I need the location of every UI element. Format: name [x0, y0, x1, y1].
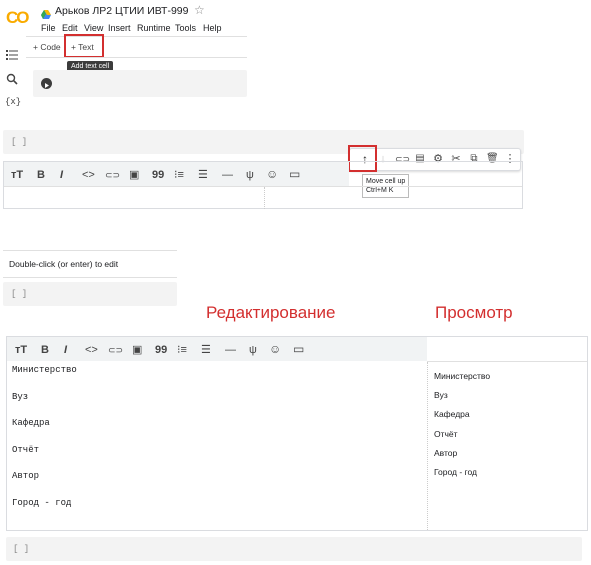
edit-annotation: Редактирование — [206, 303, 336, 322]
latex-tool[interactable]: ψ — [249, 343, 257, 357]
preview-line: Кафедра — [434, 409, 470, 419]
emoji-tool[interactable]: ☺ — [269, 342, 281, 356]
preview-tool[interactable]: ▭ — [293, 342, 304, 356]
empty-code-cell-3[interactable]: [ ] — [6, 537, 582, 561]
editor-line: Вуз — [12, 392, 29, 402]
execution-count: [ ] — [11, 137, 28, 147]
text-size-tool[interactable]: тT — [11, 168, 23, 182]
latex-tool[interactable]: ψ — [246, 168, 254, 182]
preview-line: Отчёт — [434, 429, 458, 439]
execution-count-3: [ ] — [13, 544, 30, 554]
code-tool[interactable]: <> — [82, 168, 95, 182]
hr-tool[interactable]: — — [225, 343, 236, 357]
toolbar-divider — [26, 36, 247, 37]
editor-line: Город - год — [12, 498, 72, 508]
editor-pane-split — [264, 187, 265, 209]
emoji-tool[interactable]: ☺ — [266, 167, 278, 181]
variables-icon[interactable]: {x} — [5, 97, 21, 107]
preview-annotation: Просмотр — [435, 303, 513, 322]
colab-logo-text: CO — [6, 8, 29, 27]
empty-code-cell-2[interactable]: [ ] — [3, 282, 177, 306]
text-cell-editor-top[interactable]: тT B I <> ⊂⊃ ▣ 99 ⁝≡ ☰ — ψ ☺ ▭ — [3, 161, 523, 209]
quote-tool[interactable]: 99 — [155, 343, 167, 357]
text-cell-editor[interactable]: тT B I <> ⊂⊃ ▣ 99 ⁝≡ ☰ — ψ ☺ ▭ Министерс… — [6, 336, 588, 531]
code-cell[interactable] — [33, 70, 247, 97]
italic-tool[interactable]: I — [60, 168, 63, 182]
preview-line: Министерство — [434, 371, 491, 381]
editor-line: Кафедра — [12, 418, 50, 428]
execution-count-2: [ ] — [11, 289, 28, 299]
preview-line: Город - год — [434, 467, 477, 477]
bold-tool[interactable]: B — [37, 168, 45, 182]
link-tool[interactable]: ⊂⊃ — [105, 168, 120, 182]
image-tool[interactable]: ▣ — [129, 168, 139, 182]
italic-tool[interactable]: I — [64, 343, 67, 357]
bold-tool[interactable]: B — [41, 343, 49, 357]
code-tool[interactable]: <> — [85, 343, 98, 357]
star-icon[interactable]: ☆ — [194, 3, 205, 17]
preview-line: Автор — [434, 448, 458, 458]
menu-runtime[interactable]: Runtime — [137, 23, 171, 33]
toolbar-divider-2 — [26, 57, 247, 58]
add-text-highlight — [64, 34, 104, 58]
placeholder-text-cell[interactable]: Double-click (or enter) to edit — [3, 250, 177, 278]
menu-edit[interactable]: Edit — [62, 23, 78, 33]
link-tool[interactable]: ⊂⊃ — [108, 343, 123, 357]
drive-icon — [41, 6, 51, 19]
editor-divider-main — [427, 361, 587, 362]
menu-help[interactable]: Help — [203, 23, 222, 33]
editor-divider — [4, 186, 522, 187]
text-size-tool[interactable]: тT — [15, 343, 27, 357]
preview-line: Вуз — [434, 390, 448, 400]
add-code-button[interactable]: + Code — [33, 42, 61, 52]
editor-line: Автор — [12, 471, 40, 481]
editor-pane-split-main — [427, 362, 428, 530]
placeholder-text: Double-click (or enter) to edit — [9, 259, 119, 269]
bullet-list-tool[interactable]: ☰ — [201, 343, 211, 357]
hr-tool[interactable]: — — [222, 168, 233, 182]
numbered-list-tool[interactable]: ⁝≡ — [174, 168, 184, 182]
colab-logo[interactable]: CO — [6, 8, 36, 28]
play-icon — [45, 83, 49, 88]
sidebar: {x} — [0, 36, 24, 116]
editor-line: Отчёт — [12, 445, 40, 455]
image-tool[interactable]: ▣ — [132, 343, 142, 357]
numbered-list-tool[interactable]: ⁝≡ — [177, 343, 187, 357]
menu-view[interactable]: View — [84, 23, 103, 33]
bullet-list-tool[interactable]: ☰ — [198, 168, 208, 182]
run-cell-button[interactable] — [41, 78, 52, 89]
preview-tool[interactable]: ▭ — [289, 167, 300, 181]
notebook-title[interactable]: Арьков ЛР2 ЦТИИ ИВТ-999 — [55, 5, 188, 17]
list-icon[interactable] — [6, 47, 18, 65]
text-format-toolbar: тT B I <> ⊂⊃ ▣ 99 ⁝≡ ☰ — ψ ☺ ▭ — [4, 162, 349, 186]
quote-tool[interactable]: 99 — [152, 168, 164, 182]
menu-file[interactable]: File — [41, 23, 56, 33]
text-format-toolbar-main: тT B I <> ⊂⊃ ▣ 99 ⁝≡ ☰ — ψ ☺ ▭ — [7, 337, 427, 361]
search-icon[interactable] — [6, 72, 18, 90]
menu-tools[interactable]: Tools — [175, 23, 196, 33]
menu-insert[interactable]: Insert — [108, 23, 131, 33]
editor-line: Министерство — [12, 365, 77, 375]
